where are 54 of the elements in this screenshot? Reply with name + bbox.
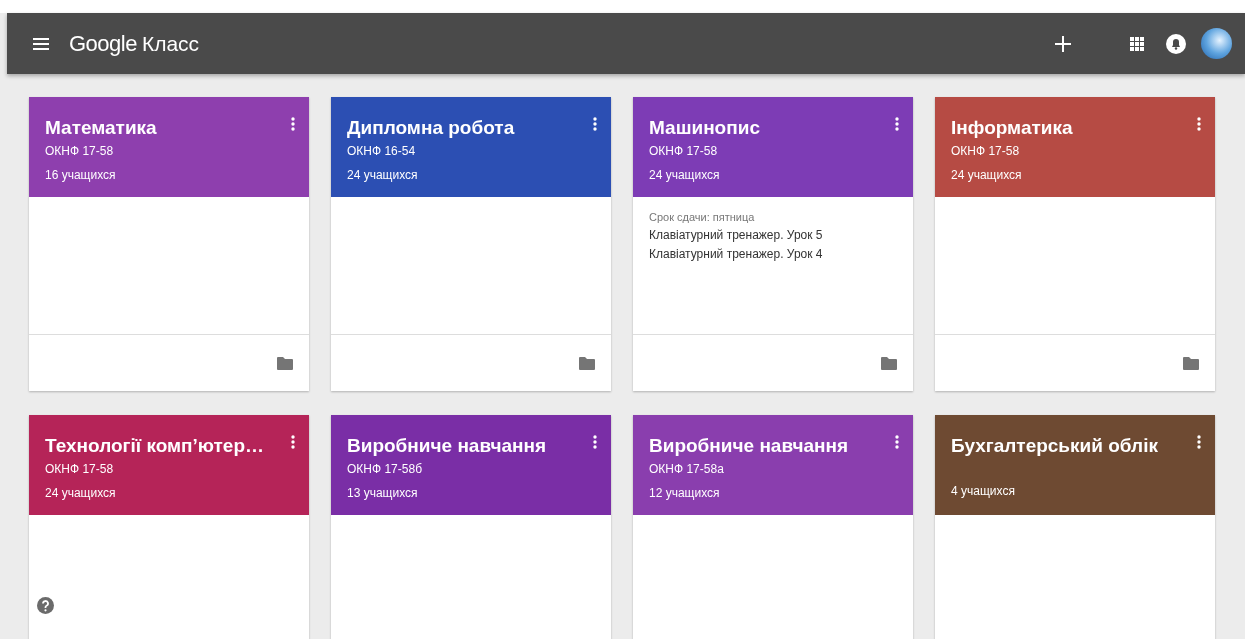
class-section: ОКНФ 17-58 [649, 144, 718, 158]
student-count: 12 учащихся [649, 486, 720, 500]
class-title[interactable]: Бухгалтерський облік [951, 435, 1158, 457]
class-title[interactable]: Дипломна робота [347, 117, 515, 139]
more-options-icon[interactable] [1197, 435, 1201, 449]
class-card[interactable]: Інформатика ОКНФ 17-58 24 учащихся [935, 97, 1215, 391]
class-card[interactable]: Виробниче навчання ОКНФ 17-58б 13 учащихся [331, 415, 611, 639]
student-count: 13 учащихся [347, 486, 418, 500]
folder-icon[interactable] [1183, 356, 1199, 370]
class-card[interactable]: Технології комп’ютер… ОКНФ 17-58 24 учащихся [29, 415, 309, 639]
folder-icon[interactable] [881, 356, 897, 370]
class-title[interactable]: Машинопис [649, 117, 760, 139]
class-section: ОКНФ 17-58 [951, 144, 1020, 158]
class-section: ОКНФ 17-58 [45, 462, 114, 476]
student-count: 24 учащихся [649, 168, 720, 182]
add-icon[interactable] [1055, 35, 1071, 52]
student-count: 4 учащихся [951, 484, 1015, 498]
more-options-icon[interactable] [593, 117, 597, 131]
app-title: Класс [141, 31, 200, 56]
class-title[interactable]: Математика [45, 117, 157, 139]
assignment-link[interactable]: Клавіатурний тренажер. Урок 4 [649, 247, 823, 261]
apps-grid-icon[interactable] [1130, 36, 1144, 51]
app-logo[interactable]: Google [69, 30, 137, 57]
class-section: ОКНФ 17-58 [45, 144, 114, 158]
student-count: 16 учащихся [45, 168, 116, 182]
class-title[interactable]: Виробниче навчання [347, 435, 547, 457]
student-count: 24 учащихся [45, 486, 116, 500]
class-section: ОКНФ 16-54 [347, 144, 416, 158]
student-count: 24 учащихся [951, 168, 1022, 182]
class-card[interactable]: Дипломна робота ОКНФ 16-54 24 учащихся [331, 97, 611, 391]
class-title[interactable]: Інформатика [951, 117, 1073, 139]
more-options-icon[interactable] [291, 435, 295, 449]
assignment-link[interactable]: Клавіатурний тренажер. Урок 5 [649, 228, 823, 242]
class-card[interactable]: Математика ОКНФ 17-58 16 учащихся [29, 97, 309, 391]
class-section: ОКНФ 17-58б [347, 462, 422, 476]
class-card[interactable]: Машинопис ОКНФ 17-58 24 учащихся Срок сдачи: пятница Клавіатурний тренажер. Урок 5 Клавіатурний тренажер. Урок 4 [633, 97, 913, 391]
due-date: Срок сдачи: пятница [649, 211, 755, 223]
more-options-icon[interactable] [895, 117, 899, 131]
menu-icon[interactable] [33, 37, 49, 50]
help-icon[interactable] [37, 597, 54, 614]
folder-icon[interactable] [277, 356, 293, 370]
folder-icon[interactable] [579, 356, 595, 370]
class-card[interactable]: Виробниче навчання ОКНФ 17-58а 12 учащихся [633, 415, 913, 639]
student-count: 24 учащихся [347, 168, 418, 182]
class-title[interactable]: Технології комп’ютер… [45, 435, 265, 457]
class-section: ОКНФ 17-58а [649, 462, 724, 476]
more-options-icon[interactable] [593, 435, 597, 449]
notifications-icon[interactable] [1166, 33, 1186, 54]
more-options-icon[interactable] [895, 435, 899, 449]
more-options-icon[interactable] [1197, 117, 1201, 131]
more-options-icon[interactable] [291, 117, 295, 131]
class-card[interactable]: Бухгалтерський облік 4 учащихся [935, 415, 1215, 639]
class-title[interactable]: Виробниче навчання [649, 435, 849, 457]
avatar-icon[interactable] [1201, 28, 1232, 59]
